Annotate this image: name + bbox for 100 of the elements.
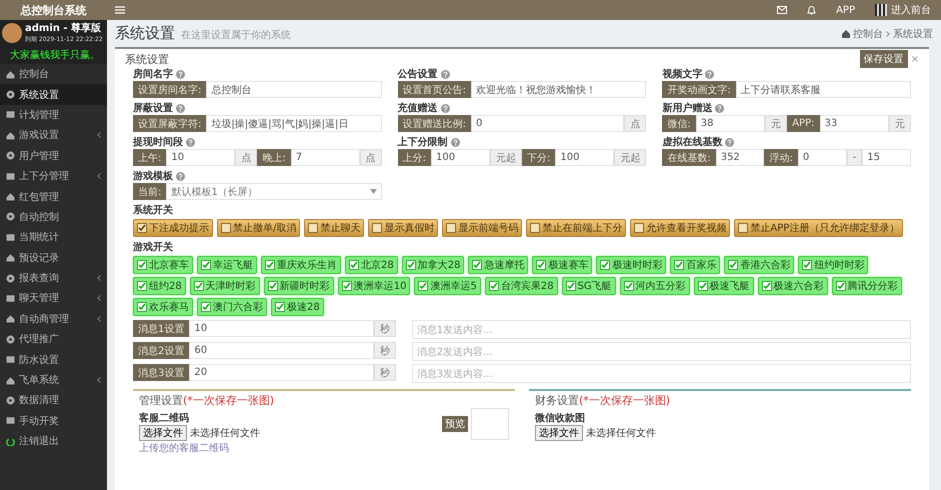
switch-checkbox[interactable]: 下注成功提示 <box>133 219 213 237</box>
switch-checkbox[interactable]: 香港六合彩 <box>724 256 794 274</box>
sidebar-item[interactable]: 系统设置 <box>0 84 107 105</box>
menu-icon[interactable] <box>115 6 125 14</box>
preview-button[interactable]: 预览 <box>442 416 468 432</box>
sidebar-item[interactable]: 上下分管理 <box>0 166 107 186</box>
switch-checkbox[interactable]: 欢乐赛马 <box>133 298 193 316</box>
checkbox[interactable] <box>674 260 684 270</box>
checkbox[interactable] <box>194 281 204 291</box>
checkbox[interactable] <box>728 260 738 270</box>
sidebar-item[interactable]: 游戏设置 <box>0 125 107 146</box>
sidebar-item[interactable]: 数据清理 <box>0 390 107 411</box>
switch-checkbox[interactable]: 澳洲幸运5 <box>414 277 481 295</box>
switch-checkbox[interactable]: 极速28 <box>271 298 324 316</box>
switch-checkbox[interactable]: 极速时时彩 <box>596 256 666 274</box>
switch-checkbox[interactable]: 显示前端号码 <box>442 219 522 237</box>
input-field[interactable]: 352 <box>716 149 764 166</box>
input-field[interactable]: 10 <box>189 320 374 337</box>
template-select[interactable]: 默认模板1（长屏） <box>166 183 382 200</box>
input-field[interactable]: 垃圾|操|傻逼|骂|气|妈|操|逼|日 <box>206 115 382 132</box>
sidebar-item[interactable]: 当期统计 <box>0 227 107 248</box>
checkbox[interactable] <box>372 223 382 233</box>
help-icon[interactable] <box>715 104 724 112</box>
input-field[interactable]: 60 <box>189 342 374 359</box>
sidebar-item[interactable]: 预设记录 <box>0 248 107 268</box>
input-field[interactable]: 15 <box>862 149 911 166</box>
input-field[interactable]: 20 <box>189 364 374 381</box>
checkbox[interactable] <box>530 223 540 233</box>
breadcrumb-link[interactable]: 系统设置 <box>893 27 933 41</box>
checkbox[interactable] <box>762 281 772 291</box>
checkbox[interactable] <box>349 260 359 270</box>
input-field[interactable]: 33 <box>820 115 890 132</box>
checkbox[interactable] <box>406 260 416 270</box>
switch-checkbox[interactable]: 极速飞艇 <box>694 277 754 295</box>
checkbox[interactable] <box>472 260 482 270</box>
switch-checkbox[interactable]: 显示真假时 <box>368 219 438 237</box>
input-field[interactable]: 总控制台 <box>206 81 382 98</box>
sidebar-item[interactable]: 聊天管理 <box>0 288 107 309</box>
sidebar-item[interactable]: 自动控制 <box>0 206 107 228</box>
help-icon[interactable] <box>176 172 185 180</box>
checkbox[interactable] <box>738 223 748 233</box>
switch-checkbox[interactable]: 禁止撤单/取消 <box>217 219 300 237</box>
switch-checkbox[interactable]: 北京28 <box>345 256 398 274</box>
switch-checkbox[interactable]: 百家乐 <box>670 256 720 274</box>
switch-checkbox[interactable]: 河内五分彩 <box>620 277 690 295</box>
checkbox[interactable] <box>836 281 846 291</box>
enter-frontend-link[interactable]: 进入前台 <box>875 3 931 17</box>
checkbox[interactable] <box>342 281 352 291</box>
choose-file-button[interactable]: 选择文件 <box>535 425 583 441</box>
checkbox[interactable] <box>698 281 708 291</box>
help-icon[interactable] <box>186 138 195 146</box>
switch-checkbox[interactable]: 天津时时彩 <box>190 277 260 295</box>
switch-checkbox[interactable]: 加拿大28 <box>402 256 464 274</box>
switch-checkbox[interactable]: 幸运飞艇 <box>197 256 257 274</box>
checkbox[interactable] <box>566 281 576 291</box>
choose-file-button[interactable]: 选择文件 <box>139 425 187 441</box>
switch-checkbox[interactable]: 澳洲幸运10 <box>338 277 410 295</box>
sidebar-item[interactable]: 注销退出 <box>0 431 107 452</box>
sidebar-item[interactable]: 飞单系统 <box>0 370 107 390</box>
mail-icon[interactable] <box>777 6 788 14</box>
checkbox[interactable] <box>265 260 275 270</box>
checkbox[interactable] <box>308 223 318 233</box>
checkbox[interactable] <box>536 260 546 270</box>
checkbox[interactable] <box>624 281 634 291</box>
sidebar-item[interactable]: 自动商管理 <box>0 308 107 330</box>
switch-checkbox[interactable]: 腾讯分分彩 <box>832 277 902 295</box>
input-field[interactable]: 100 <box>431 149 490 166</box>
help-icon[interactable] <box>725 138 734 146</box>
checkbox[interactable] <box>802 260 812 270</box>
checkbox[interactable] <box>137 281 147 291</box>
switch-checkbox[interactable]: 急速摩托 <box>468 256 528 274</box>
checkbox[interactable] <box>201 302 211 312</box>
checkbox[interactable] <box>600 260 610 270</box>
sidebar-item[interactable]: 手动开奖 <box>0 410 107 432</box>
checkbox[interactable] <box>137 223 147 233</box>
sidebar-item[interactable]: 控制台 <box>0 64 107 84</box>
input-field[interactable]: 上下分请联系客服 <box>736 81 911 98</box>
switch-checkbox[interactable]: 北京赛车 <box>133 256 193 274</box>
checkbox[interactable] <box>137 260 147 270</box>
sidebar-item[interactable]: 计划管理 <box>0 104 107 126</box>
sidebar-item[interactable]: 红包管理 <box>0 186 107 207</box>
switch-checkbox[interactable]: 重庆欢乐生肖 <box>261 256 341 274</box>
switch-checkbox[interactable]: 允许查看开奖视频 <box>630 219 730 237</box>
sidebar-item[interactable]: 报表查询 <box>0 268 107 288</box>
input-field[interactable]: 0 <box>471 115 624 132</box>
help-icon[interactable] <box>450 138 460 146</box>
input-field[interactable]: 38 <box>696 115 766 132</box>
switch-checkbox[interactable]: 台湾宾果28 <box>484 277 558 295</box>
switch-checkbox[interactable]: 澳门六合彩 <box>197 298 267 316</box>
help-icon[interactable] <box>440 70 450 78</box>
input-field[interactable]: 10 <box>166 149 236 166</box>
input-field[interactable]: 0 <box>798 149 847 166</box>
input-field[interactable]: 欢迎光临！祝您游戏愉快！ <box>471 81 646 98</box>
help-icon[interactable] <box>176 70 185 78</box>
bell-icon[interactable] <box>807 5 816 15</box>
checkbox[interactable] <box>488 281 499 291</box>
breadcrumb-link[interactable]: 控制台 <box>853 27 883 41</box>
checkbox[interactable] <box>137 302 147 312</box>
checkbox[interactable] <box>634 223 644 233</box>
switch-checkbox[interactable]: 新疆时时彩 <box>264 277 334 295</box>
